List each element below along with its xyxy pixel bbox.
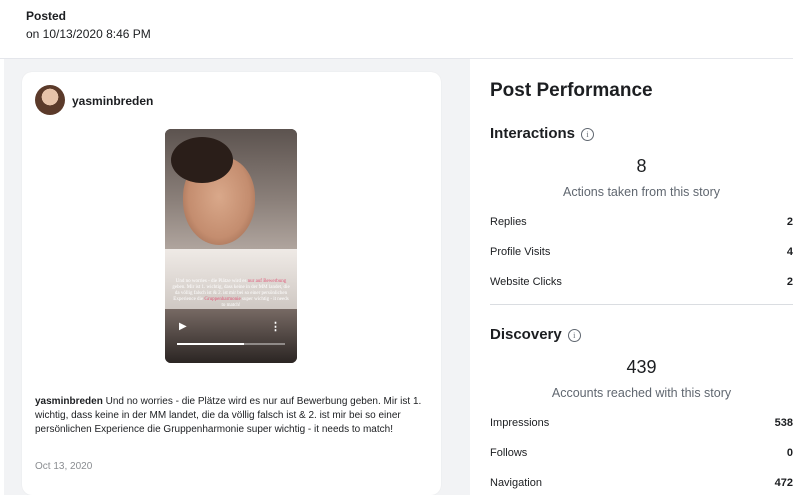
story-preview[interactable]: Und no worries - die Plätze wird es nur …: [165, 129, 297, 363]
metric-row-website-clicks: Website Clicks 2: [490, 276, 793, 288]
metric-row-navigation: Navigation 472: [490, 477, 793, 489]
info-icon[interactable]: i: [567, 329, 581, 342]
more-vertical-icon[interactable]: ⋮: [270, 320, 281, 333]
info-icon[interactable]: i: [581, 128, 595, 141]
story-overlay-text: Und no worries - die Plätze wird es nur …: [172, 279, 290, 308]
section-divider: [490, 304, 793, 305]
interactions-title: Interactions i: [490, 125, 595, 142]
play-icon[interactable]: ▶: [179, 321, 187, 332]
posted-label: Posted: [26, 9, 67, 23]
caption-username[interactable]: yasminbreden: [35, 396, 103, 407]
post-date: Oct 13, 2020: [35, 461, 93, 472]
post-performance-title: Post Performance: [490, 80, 653, 101]
username[interactable]: yasminbreden: [72, 94, 153, 108]
post-card: yasminbreden Und no worries - die Plätze…: [22, 72, 441, 495]
interactions-value: 8: [636, 156, 647, 176]
metric-row-replies: Replies 2: [490, 216, 793, 228]
posted-date: on 10/13/2020 8:46 PM: [26, 27, 151, 41]
discovery-title: Discovery i: [490, 326, 581, 343]
interactions-subtitle: Actions taken from this story: [562, 185, 720, 199]
metric-row-impressions: Impressions 538: [490, 417, 793, 429]
metric-row-follows: Follows 0: [490, 447, 793, 459]
post-caption: yasminbreden Und no worries - die Plätze…: [35, 395, 430, 437]
posted-info: Posted on 10/13/2020 8:46 PM: [26, 8, 151, 42]
video-progress-bar[interactable]: [177, 343, 285, 345]
metric-row-profile-visits: Profile Visits 4: [490, 246, 793, 258]
discovery-subtitle: Accounts reached with this story: [551, 386, 732, 400]
avatar[interactable]: [35, 85, 65, 115]
discovery-value: 439: [626, 357, 657, 377]
